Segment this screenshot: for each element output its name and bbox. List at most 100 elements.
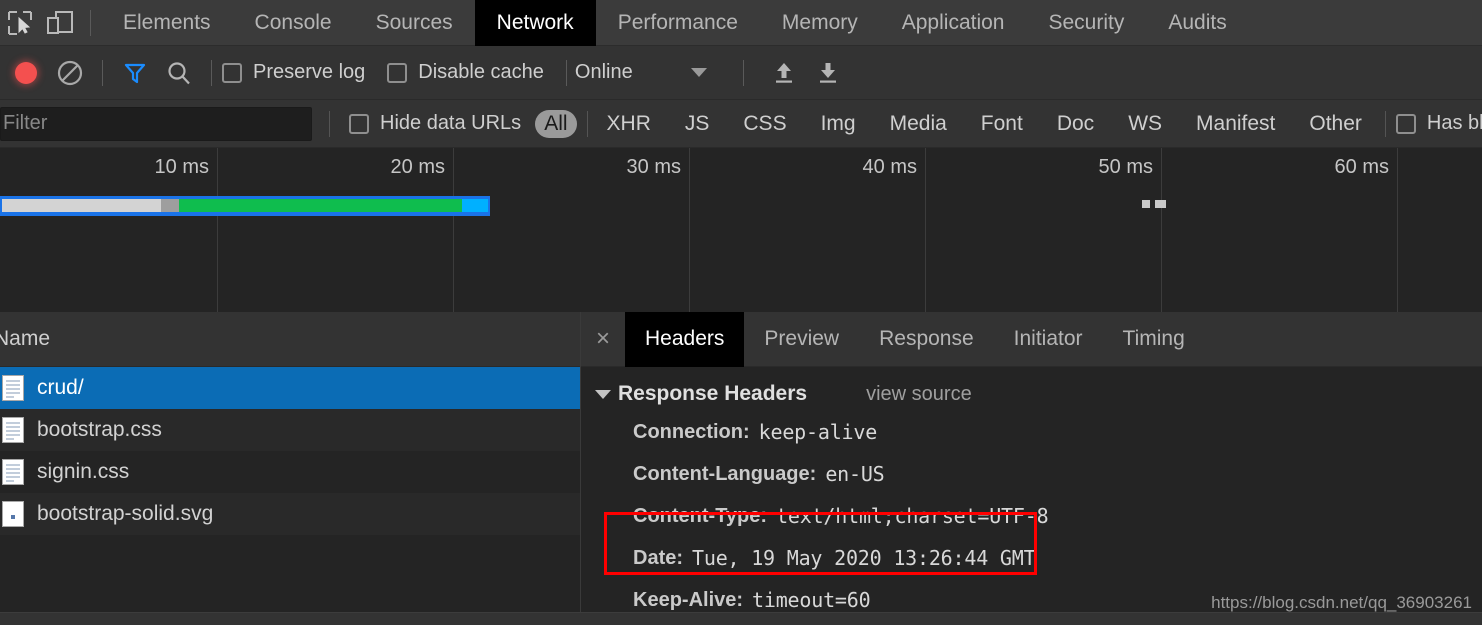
devtools-window: Elements Console Sources Network Perform… bbox=[0, 0, 1482, 625]
filter-divider-3 bbox=[1384, 110, 1386, 137]
panel-tab-label: Application bbox=[901, 10, 1005, 34]
overview-segment-queueing bbox=[2, 199, 162, 212]
has-blocked-cookies-checkbox[interactable] bbox=[1395, 113, 1416, 134]
status-bar bbox=[0, 612, 1482, 625]
request-name: bootstrap.css bbox=[37, 418, 162, 441]
download-icon bbox=[819, 62, 836, 83]
filter-divider-1 bbox=[329, 110, 330, 137]
panel-tab-elements[interactable]: Elements bbox=[101, 0, 233, 46]
table-row[interactable]: signin.css bbox=[0, 451, 580, 493]
type-filter-other[interactable]: Other bbox=[1300, 110, 1371, 138]
record-button[interactable] bbox=[4, 51, 48, 95]
panel-tab-audits[interactable]: Audits bbox=[1146, 0, 1248, 46]
ruler-tick-label: 50 ms bbox=[1098, 156, 1153, 178]
disable-cache-label: Disable cache bbox=[418, 61, 544, 83]
throttling-select-value[interactable]: Online bbox=[575, 61, 633, 84]
header-name: Content-Language: bbox=[633, 462, 817, 485]
panel-tab-application[interactable]: Application bbox=[880, 0, 1027, 46]
filter-icon bbox=[124, 63, 146, 83]
overview-request-bar bbox=[0, 196, 490, 216]
header-value[interactable]: Tue, 19 May 2020 13:26:44 GMT bbox=[692, 546, 1036, 570]
search-button[interactable] bbox=[157, 51, 201, 95]
controls-divider-2 bbox=[211, 59, 212, 86]
response-headers-section: Response Headers view source Connection:… bbox=[581, 367, 1482, 612]
ruler-tick-label: 60 ms bbox=[1334, 156, 1389, 178]
panel-tab-label: Sources bbox=[375, 10, 453, 34]
network-overview-timeline[interactable]: 10 ms 20 ms 30 ms 40 ms 50 ms 60 ms bbox=[0, 148, 1482, 313]
controls-divider-3 bbox=[565, 59, 567, 86]
has-blocked-cookies-label: Has block bbox=[1426, 112, 1482, 134]
device-toolbar-icon[interactable] bbox=[40, 0, 80, 46]
tab-initiator[interactable]: Initiator bbox=[994, 312, 1103, 367]
filter-button[interactable] bbox=[113, 51, 157, 95]
type-filter-all[interactable]: All bbox=[535, 109, 577, 138]
request-list-header: Name bbox=[0, 312, 580, 367]
header-value[interactable]: timeout=60 bbox=[752, 588, 871, 612]
panel-tab-performance[interactable]: Performance bbox=[596, 0, 760, 46]
panel-tab-console[interactable]: Console bbox=[233, 0, 354, 46]
panel-tab-label: Security bbox=[1048, 10, 1125, 34]
view-source-link[interactable]: view source bbox=[866, 383, 972, 406]
document-icon bbox=[2, 375, 24, 401]
toolbar-divider bbox=[90, 9, 91, 36]
header-value[interactable]: text/html;charset=UTF-8 bbox=[776, 504, 1049, 528]
chevron-down-icon[interactable] bbox=[690, 68, 707, 77]
hide-data-urls-label: Hide data URLs bbox=[380, 112, 522, 134]
section-title: Response Headers bbox=[618, 382, 808, 405]
ruler-tick-label: 20 ms bbox=[390, 156, 445, 178]
overview-segment-waiting bbox=[179, 199, 463, 212]
type-filter-css[interactable]: CSS bbox=[734, 110, 795, 138]
panel-tab-sources[interactable]: Sources bbox=[354, 0, 475, 46]
request-details-pane: × Headers Preview Response Initiator Tim… bbox=[581, 312, 1482, 612]
disable-cache-checkbox[interactable] bbox=[387, 62, 408, 83]
table-row[interactable]: crud/ bbox=[0, 367, 580, 409]
header-value[interactable]: en-US bbox=[825, 462, 884, 486]
type-filter-doc[interactable]: Doc bbox=[1048, 110, 1103, 138]
tab-response[interactable]: Response bbox=[859, 312, 994, 367]
panel-tab-security[interactable]: Security bbox=[1026, 0, 1146, 46]
import-har-button[interactable] bbox=[762, 51, 806, 95]
request-name: bootstrap-solid.svg bbox=[37, 502, 214, 525]
dom-content-loaded-marker bbox=[1142, 200, 1150, 208]
header-name: Content-Type: bbox=[633, 504, 768, 527]
tab-headers[interactable]: Headers bbox=[625, 312, 745, 367]
type-filter-ws[interactable]: WS bbox=[1119, 110, 1171, 138]
header-row-content-type: Content-Type: text/html;charset=UTF-8 bbox=[581, 495, 1482, 537]
panel-tab-label: Elements bbox=[123, 10, 211, 34]
chevron-down-icon[interactable] bbox=[595, 389, 611, 399]
response-headers-section-row[interactable]: Response Headers view source bbox=[581, 377, 1482, 411]
table-row[interactable]: bootstrap.css bbox=[0, 409, 580, 451]
header-row-content-language: Content-Language: en-US bbox=[581, 453, 1482, 495]
ruler-gridline bbox=[925, 148, 926, 312]
type-filter-js[interactable]: JS bbox=[676, 110, 719, 138]
document-icon bbox=[2, 459, 24, 485]
header-value[interactable]: keep-alive bbox=[759, 420, 878, 444]
column-header-name[interactable]: Name bbox=[0, 327, 50, 351]
panel-tab-label: Network bbox=[496, 10, 574, 34]
tab-preview[interactable]: Preview bbox=[744, 312, 859, 367]
table-row[interactable]: bootstrap-solid.svg bbox=[0, 493, 580, 535]
type-filter-xhr[interactable]: XHR bbox=[598, 110, 660, 138]
controls-divider-4 bbox=[742, 59, 744, 86]
type-filter-manifest[interactable]: Manifest bbox=[1187, 110, 1284, 138]
clear-icon bbox=[57, 60, 83, 85]
search-icon bbox=[168, 61, 190, 84]
clear-button[interactable] bbox=[48, 51, 92, 95]
preserve-log-checkbox[interactable] bbox=[222, 62, 242, 83]
tab-timing[interactable]: Timing bbox=[1103, 312, 1205, 367]
filter-placeholder: Filter bbox=[3, 112, 48, 134]
ruler-tick-label: 40 ms bbox=[862, 156, 917, 178]
filter-input[interactable]: Filter bbox=[0, 106, 312, 141]
export-har-button[interactable] bbox=[806, 51, 850, 95]
request-name: signin.css bbox=[37, 460, 130, 483]
panel-tab-label: Performance bbox=[617, 10, 738, 34]
panel-tab-memory[interactable]: Memory bbox=[760, 0, 880, 46]
type-filter-img[interactable]: Img bbox=[812, 110, 865, 138]
type-filter-media[interactable]: Media bbox=[881, 110, 956, 138]
hide-data-urls-checkbox[interactable] bbox=[349, 113, 369, 134]
header-row-date: Date: Tue, 19 May 2020 13:26:44 GMT bbox=[581, 537, 1482, 579]
panel-tab-network[interactable]: Network bbox=[474, 0, 596, 46]
type-filter-font[interactable]: Font bbox=[972, 110, 1032, 138]
close-icon[interactable]: × bbox=[581, 312, 625, 367]
inspect-element-icon[interactable] bbox=[0, 0, 40, 46]
